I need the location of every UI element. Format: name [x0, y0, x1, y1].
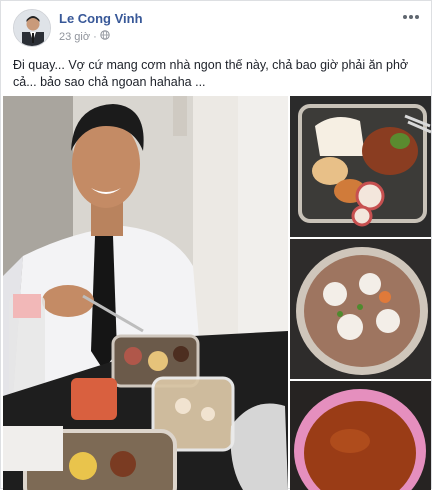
post-header: Le Cong Vinh 23 giờ ·: [13, 9, 421, 49]
author-name[interactable]: Le Cong Vinh: [59, 11, 143, 26]
author-avatar[interactable]: [13, 9, 51, 47]
feed-post: Le Cong Vinh 23 giờ · Đi quay... Vợ cứ m…: [0, 0, 432, 490]
more-options-icon[interactable]: [401, 9, 421, 25]
post-text: Đi quay... Vợ cứ mang cơm nhà ngon thế n…: [13, 58, 409, 89]
post-meta: 23 giờ ·: [59, 30, 110, 43]
photo-grid: [1, 96, 432, 490]
main-photo[interactable]: [3, 96, 288, 490]
sauce-photo[interactable]: [290, 381, 431, 490]
globe-icon: [100, 30, 110, 43]
post-timestamp[interactable]: 23 giờ: [59, 31, 90, 43]
food-box-photo[interactable]: [290, 96, 431, 237]
soup-photo[interactable]: [290, 239, 431, 379]
